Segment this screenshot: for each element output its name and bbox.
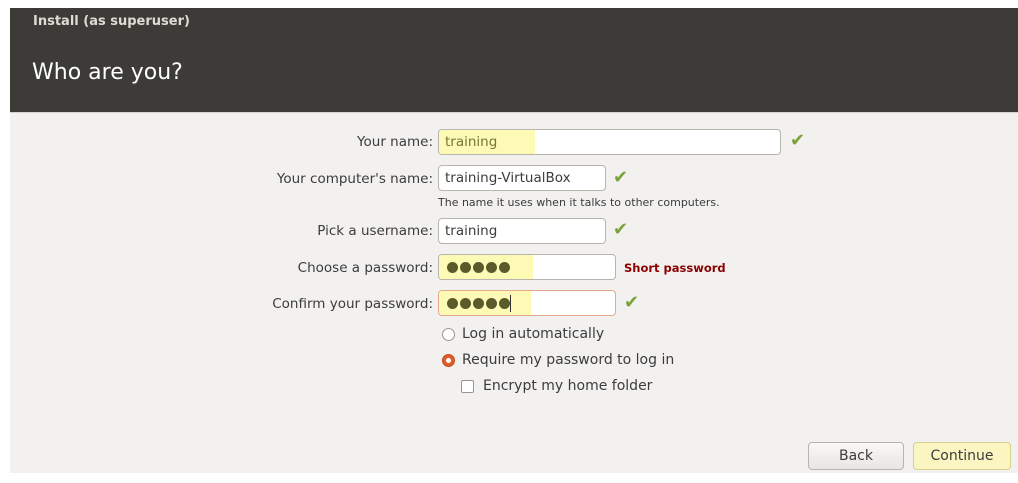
text-cursor [510,295,511,312]
password-label: Choose a password: [297,260,433,276]
password-mask [447,262,510,273]
require-password-label: Require my password to log in [462,352,675,368]
encrypt-home-option[interactable]: Encrypt my home folder [461,378,652,394]
username-value: training [445,223,498,239]
header-divider [10,112,1018,113]
name-value: training [445,134,498,150]
computer-name-value: training-VirtualBox [445,170,571,186]
checkmark-icon: ✔ [613,167,629,188]
checkmark-icon: ✔ [613,219,629,240]
encrypt-home-label: Encrypt my home folder [483,378,653,394]
continue-button[interactable]: Continue [913,442,1011,470]
name-label: Your name: [357,134,433,150]
checkmark-icon: ✔ [790,130,806,151]
window-title: Install (as superuser) [33,14,190,29]
checkmark-icon: ✔ [624,292,640,313]
confirm-password-mask [447,298,510,309]
username-label: Pick a username: [317,223,433,239]
login-automatically-label: Log in automatically [462,326,605,342]
confirm-password-label: Confirm your password: [272,296,433,312]
password-input[interactable] [438,254,616,280]
radio-button-selected[interactable] [442,353,455,367]
installer-window: Install (as superuser) Who are you? Your… [10,8,1018,473]
confirm-password-input[interactable] [438,290,616,316]
computer-name-input[interactable]: training-VirtualBox [438,165,606,191]
login-automatically-option[interactable]: Log in automatically [442,326,604,342]
page-title: Who are you? [32,60,183,85]
encrypt-checkbox[interactable] [461,379,474,393]
computer-name-hint: The name it uses when it talks to other … [438,196,720,209]
header-bar: Install (as superuser) Who are you? [10,8,1018,112]
computer-name-label: Your computer's name: [276,171,433,187]
username-input[interactable]: training [438,218,606,244]
require-password-option[interactable]: Require my password to log in [442,352,674,368]
back-button[interactable]: Back [808,442,904,470]
name-input[interactable]: training [438,129,781,155]
radio-button[interactable] [442,327,455,341]
password-strength-label: Short password [624,261,726,275]
